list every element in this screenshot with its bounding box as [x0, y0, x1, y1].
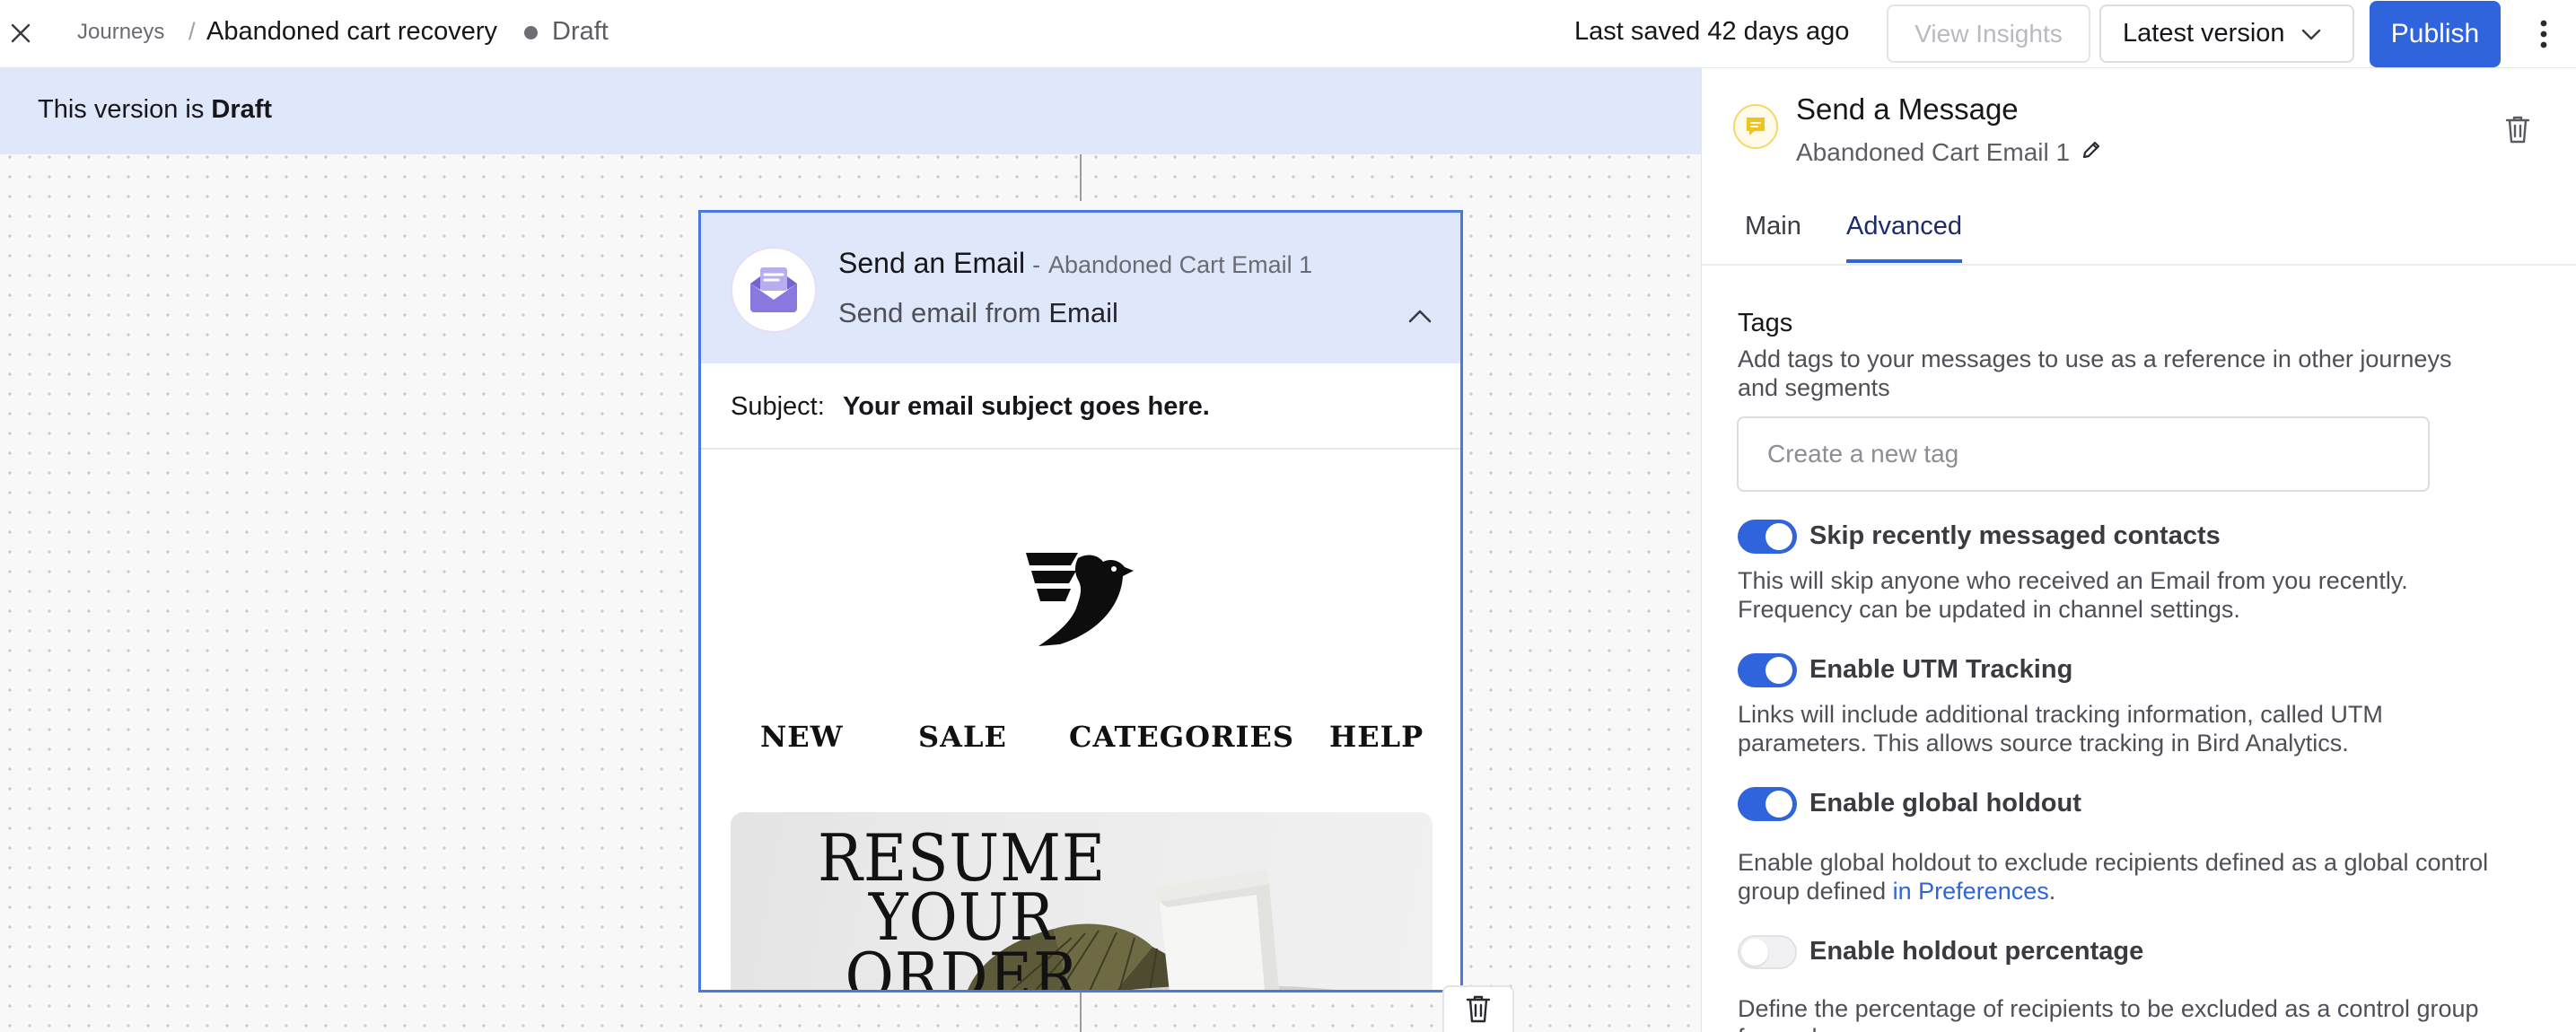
- tab-advanced[interactable]: Advanced: [1846, 212, 1962, 263]
- send-email-node[interactable]: Send an Email - Abandoned Cart Email 1 Se…: [698, 210, 1463, 993]
- top-bar: Journeys / Abandoned cart recovery Draft…: [0, 0, 2576, 68]
- publish-button[interactable]: Publish: [2370, 1, 2501, 67]
- more-vertical-icon[interactable]: [2526, 16, 2562, 52]
- skip-recent-description: This will skip anyone who received an Em…: [1738, 567, 2408, 623]
- node-subtitle: Send email from Email: [838, 297, 1118, 329]
- close-icon[interactable]: [4, 16, 38, 50]
- draft-banner-status: Draft: [211, 95, 273, 124]
- tab-main[interactable]: Main: [1745, 212, 1801, 259]
- global-holdout-description-text: Enable global holdout to exclude recipie…: [1738, 849, 2489, 905]
- view-insights-button[interactable]: View Insights: [1887, 4, 2090, 63]
- global-holdout-description-end: .: [2048, 878, 2056, 905]
- breadcrumb-journeys[interactable]: Journeys: [77, 20, 164, 45]
- subject-label: Subject:: [731, 392, 825, 421]
- node-title-separator: -: [1032, 251, 1041, 278]
- tags-title: Tags: [1738, 309, 1793, 337]
- brand-logo: [1024, 549, 1141, 648]
- email-nav-item: CATEGORIES: [1069, 720, 1295, 754]
- chevron-up-icon[interactable]: [1406, 302, 1433, 329]
- trash-icon[interactable]: [2498, 109, 2537, 149]
- journey-canvas[interactable]: This version is Draft Send an Email - Aba…: [0, 68, 1701, 1032]
- status-dot: [524, 26, 538, 39]
- hero-title: RESUME YOUR ORDER: [731, 820, 1193, 993]
- chevron-down-icon: [2301, 19, 2321, 48]
- node-subtitle-prefix: Send email from: [838, 297, 1049, 328]
- journey-title: Abandoned cart recovery: [206, 17, 498, 46]
- holdout-percentage-label: Enable holdout percentage: [1809, 937, 2144, 966]
- hero-title-line-2: ORDER: [845, 939, 1079, 993]
- panel-tabs: Main Advanced: [1702, 196, 2576, 266]
- node-title-sub: Abandoned Cart Email 1: [1048, 251, 1313, 278]
- node-title-main: Send an Email: [838, 247, 1026, 279]
- tag-input[interactable]: [1737, 416, 2430, 492]
- last-saved-text: Last saved 42 days ago: [1574, 17, 1850, 46]
- breadcrumb-separator: /: [188, 18, 196, 45]
- email-open-icon: [731, 247, 817, 333]
- email-nav-item: HELP: [1329, 720, 1424, 754]
- node-title: Send an Email - Abandoned Cart Email 1: [838, 247, 1312, 280]
- status-label: Draft: [552, 17, 609, 46]
- utm-tracking-toggle[interactable]: [1738, 653, 1797, 687]
- utm-tracking-label: Enable UTM Tracking: [1809, 655, 2073, 684]
- global-holdout-toggle[interactable]: [1738, 787, 1797, 821]
- global-holdout-description: Enable global holdout to exclude recipie…: [1738, 848, 2510, 905]
- pencil-icon[interactable]: [2081, 138, 2102, 167]
- message-icon: [1733, 104, 1778, 149]
- node-subtitle-channel: Email: [1048, 297, 1118, 328]
- email-nav-item: NEW: [760, 720, 844, 754]
- skip-recent-toggle[interactable]: [1738, 520, 1797, 554]
- holdout-percentage-description: Define the percentage of recipients to b…: [1738, 995, 2479, 1032]
- utm-tracking-description: Links will include additional tracking i…: [1738, 701, 2383, 757]
- subject-value: Your email subject goes here.: [843, 392, 1210, 421]
- hero-title-line-1: RESUME YOUR: [818, 820, 1107, 955]
- panel-title: Send a Message: [1796, 92, 2019, 126]
- subject-row: Subject: Your email subject goes here.: [701, 363, 1460, 450]
- version-select[interactable]: Latest version: [2099, 4, 2354, 63]
- holdout-percentage-toggle[interactable]: [1738, 935, 1797, 969]
- message-name: Abandoned Cart Email 1: [1796, 138, 2071, 166]
- preferences-link[interactable]: in Preferences: [1893, 878, 2049, 905]
- version-select-label: Latest version: [2123, 19, 2285, 48]
- tags-description: Add tags to your messages to use as a re…: [1738, 345, 2452, 401]
- draft-banner: This version is Draft: [0, 68, 1701, 154]
- properties-panel: Send a Message Abandoned Cart Email 1 Ma…: [1701, 68, 2576, 1032]
- draft-banner-prefix: This version is: [38, 95, 212, 124]
- draft-banner-text: This version is Draft: [38, 95, 272, 125]
- connector-line-top: [1080, 154, 1082, 201]
- email-nav-item: SALE: [918, 720, 1007, 754]
- trash-icon[interactable]: [1442, 985, 1514, 1032]
- email-nav: NEW SALE CATEGORIES HELP: [701, 720, 1460, 765]
- hero-image: RESUME YOUR ORDER: [731, 812, 1433, 993]
- connector-line-bottom: [1080, 993, 1082, 1032]
- panel-subtitle: Abandoned Cart Email 1: [1796, 138, 2102, 167]
- global-holdout-label: Enable global holdout: [1809, 789, 2081, 818]
- node-header[interactable]: Send an Email - Abandoned Cart Email 1 Se…: [701, 213, 1460, 363]
- skip-recent-label: Skip recently messaged contacts: [1809, 521, 2221, 550]
